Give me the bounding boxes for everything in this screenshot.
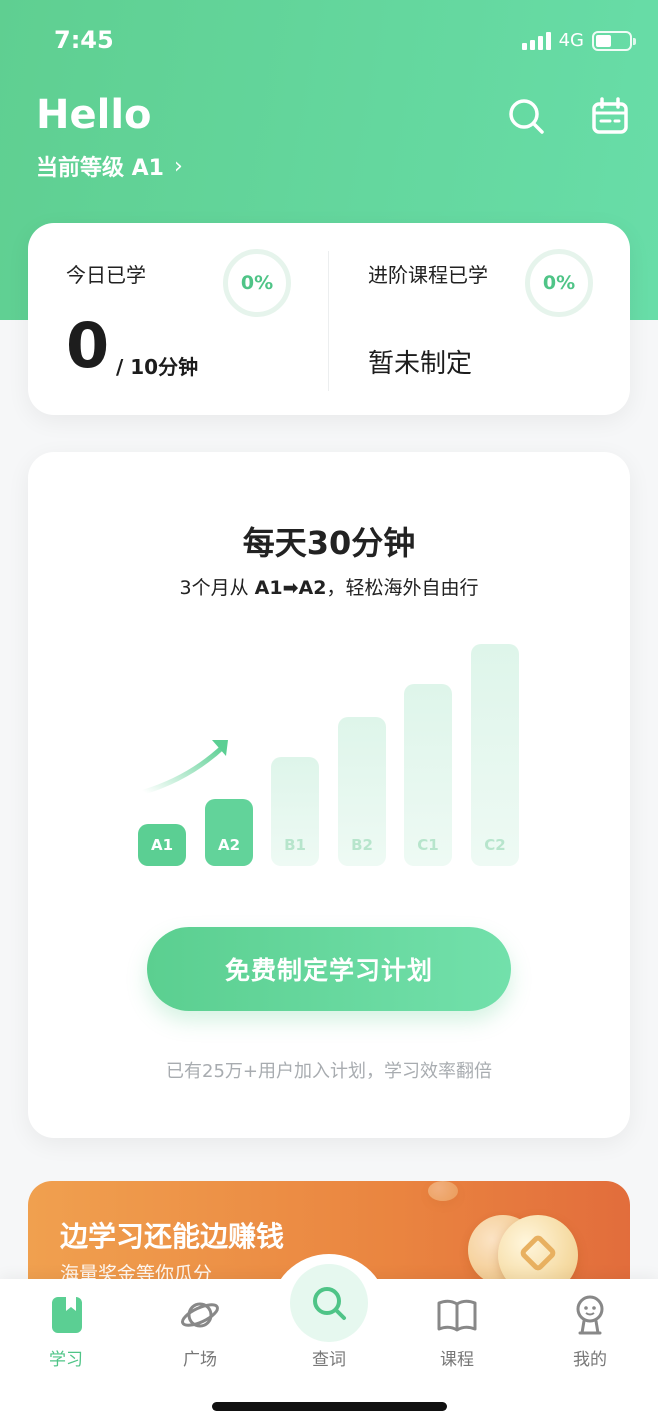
current-level-link[interactable]: 当前等级 A1 › bbox=[36, 150, 183, 182]
coin-icon bbox=[428, 1181, 458, 1201]
calendar-icon[interactable] bbox=[590, 96, 630, 136]
today-minutes-value: 0 bbox=[66, 309, 110, 382]
promo-subtitle: 3个月从 A1➡A2，轻松海外自由行 bbox=[28, 573, 630, 600]
tab-open-book[interactable]: 课程 bbox=[407, 1293, 507, 1370]
tab-profile-face[interactable]: 我的 bbox=[540, 1293, 640, 1370]
study-stats-card[interactable]: 今日已学 0% 0 / 10分钟 进阶课程已学 0% 暂未制定 bbox=[28, 223, 630, 415]
level-bar-b1: B1 bbox=[271, 757, 319, 866]
promo-subtitle-levels: A1➡A2 bbox=[254, 577, 327, 599]
level-bar-a1: A1 bbox=[138, 824, 186, 866]
level-bar-label: C1 bbox=[417, 836, 439, 854]
advanced-progress-ring: 0% bbox=[525, 249, 593, 317]
planet-icon bbox=[181, 1302, 219, 1328]
network-type: 4G bbox=[558, 30, 584, 51]
profile-face-icon bbox=[576, 1295, 604, 1335]
level-bar-label: B2 bbox=[351, 836, 373, 854]
banner-title: 边学习还能边赚钱 bbox=[60, 1220, 285, 1253]
open-book-icon bbox=[437, 1299, 477, 1332]
tab-book-bookmark[interactable]: 学习 bbox=[16, 1293, 116, 1370]
level-bar-b2: B2 bbox=[338, 717, 386, 866]
promo-subtitle-prefix: 3个月从 bbox=[179, 577, 255, 599]
status-bar: 7:45 4G bbox=[0, 0, 658, 80]
today-progress-ring: 0% bbox=[223, 249, 291, 317]
level-bar-c2: C2 bbox=[471, 644, 519, 866]
create-study-plan-button[interactable]: 免费制定学习计划 bbox=[147, 927, 511, 1011]
today-goal-text: / 10分钟 bbox=[116, 355, 199, 379]
promo-title: 每天30分钟 bbox=[242, 524, 416, 562]
chevron-right-icon: › bbox=[174, 153, 183, 179]
tab-label: 广场 bbox=[183, 1350, 217, 1370]
growth-arrow-icon bbox=[141, 740, 228, 795]
level-bar-label: C2 bbox=[484, 836, 506, 854]
tab-search[interactable]: 查词 bbox=[279, 1293, 379, 1370]
level-bar-label: A2 bbox=[217, 836, 241, 854]
status-time: 7:45 bbox=[54, 26, 114, 54]
tab-planet[interactable]: 广场 bbox=[150, 1293, 250, 1370]
promo-user-count-note: 已有25万+用户加入计划，学习效率翻倍 bbox=[166, 1061, 492, 1082]
home-indicator bbox=[212, 1402, 447, 1411]
tab-label: 我的 bbox=[573, 1350, 607, 1370]
advanced-course-status: 暂未制定 bbox=[368, 349, 473, 379]
tab-label: 课程 bbox=[440, 1350, 474, 1370]
tab-label: 学习 bbox=[49, 1350, 83, 1370]
promo-subtitle-suffix: ，轻松海外自由行 bbox=[326, 577, 479, 599]
level-bar-c1: C1 bbox=[404, 684, 452, 866]
book-bookmark-icon bbox=[52, 1297, 82, 1333]
level-bar-a2: A2 bbox=[205, 799, 253, 866]
stats-divider bbox=[328, 251, 329, 391]
advanced-course-label: 进阶课程已学 bbox=[368, 263, 488, 287]
search-icon[interactable] bbox=[506, 96, 546, 136]
greeting-title: Hello bbox=[36, 92, 152, 138]
current-level-label: 当前等级 A1 bbox=[36, 156, 164, 181]
battery-icon bbox=[592, 30, 636, 51]
level-bar-label: A1 bbox=[150, 836, 174, 854]
study-plan-promo-card: 每天30分钟 3个月从 A1➡A2，轻松海外自由行 A1 A2 B1 B2 C1 C2 免… bbox=[28, 452, 630, 1138]
status-indicators: 4G bbox=[521, 30, 636, 51]
tab-search-spacer bbox=[307, 1293, 351, 1337]
level-bar-label: B1 bbox=[284, 836, 306, 854]
tab-label: 查词 bbox=[312, 1350, 346, 1370]
signal-icon bbox=[521, 31, 551, 50]
today-learned-label: 今日已学 bbox=[66, 263, 146, 287]
